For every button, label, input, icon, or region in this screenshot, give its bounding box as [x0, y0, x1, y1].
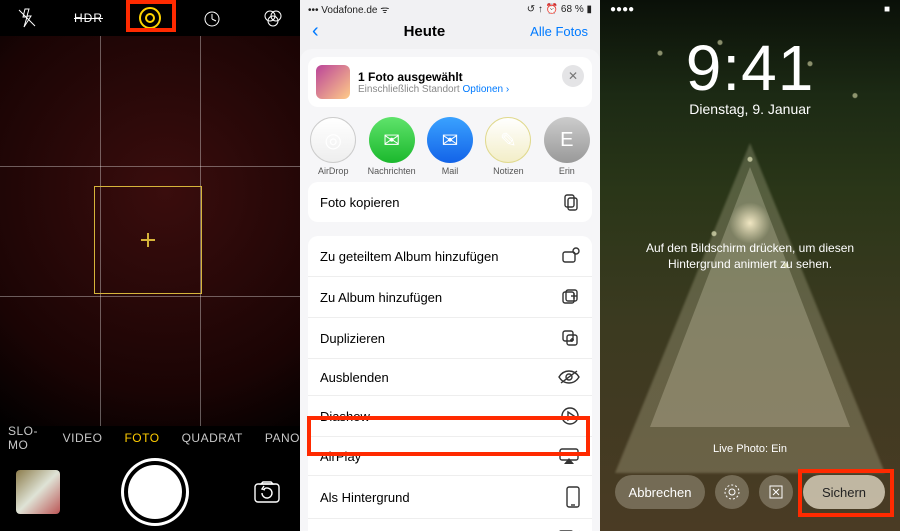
photos-nav: ‹ Heute Alle Fotos — [300, 18, 600, 49]
mode-square[interactable]: QUADRAT — [182, 431, 243, 445]
app-label: Mail — [425, 166, 475, 176]
share-sheet: 1 Foto ausgewählt Einschließlich Standor… — [300, 49, 600, 531]
action-label: Zu Album hinzufügen — [320, 290, 442, 305]
app-label: AirDrop — [308, 166, 358, 176]
flip-camera-icon[interactable] — [250, 475, 284, 509]
copy-icon — [560, 192, 580, 212]
mode-video[interactable]: VIDEO — [63, 431, 103, 445]
nachrichten-icon: ✉ — [369, 117, 415, 163]
phone-icon — [566, 486, 580, 508]
nav-title: Heute — [404, 23, 446, 40]
last-photo-thumb[interactable] — [16, 470, 60, 514]
viewfinder[interactable] — [0, 36, 300, 426]
all-photos-link[interactable]: Alle Fotos — [530, 24, 588, 39]
app-label: Nachrichten — [366, 166, 416, 176]
mail-icon: ✉ — [427, 117, 473, 163]
erin-icon: E — [544, 117, 590, 163]
action-phone[interactable]: Als Hintergrund — [308, 476, 592, 519]
action-shared-album[interactable]: Zu geteiltem Album hinzufügen — [308, 236, 592, 277]
live-photo-label: Live Photo: Ein — [600, 443, 900, 455]
duplicate-icon — [560, 328, 580, 348]
action-hide[interactable]: Ausblenden — [308, 359, 592, 396]
camera-screen: HDR SLO-MO VIDEO FOTO QUADRAT PANO — [0, 0, 300, 531]
camera-bottom-bar — [0, 453, 300, 531]
shutter-button[interactable] — [124, 461, 186, 523]
timer-icon[interactable] — [199, 5, 225, 31]
status-bar: ••• Vodafone.de ᯤ ↺ ↑ ⏰ 68 % ▮ — [300, 0, 600, 18]
hdr-off-icon[interactable]: HDR — [76, 5, 102, 31]
cancel-button[interactable]: Abbrechen — [615, 475, 705, 509]
preview-hint: Auf den Bildschirm drücken, um diesen Hi… — [600, 240, 900, 272]
camera-modes[interactable]: SLO-MO VIDEO FOTO QUADRAT PANO — [0, 426, 300, 450]
airdrop-icon: ◎ — [310, 117, 356, 163]
mode-foto[interactable]: FOTO — [124, 431, 159, 445]
shared-album-icon — [560, 246, 580, 266]
action-label: Zu geteiltem Album hinzufügen — [320, 249, 499, 264]
live-photo-toggle-icon[interactable] — [715, 475, 749, 509]
share-apps-row[interactable]: ◎ AirDrop ✉ Nachrichten ✉ Mail ✎ Notizen E Erin — [308, 117, 592, 176]
action-copy[interactable]: Foto kopieren — [308, 182, 592, 222]
back-button[interactable]: ‹ — [312, 20, 319, 43]
action-label: Ausblenden — [320, 370, 389, 385]
notizen-icon: ✎ — [485, 117, 531, 163]
share-app-mail[interactable]: ✉ Mail — [425, 117, 475, 176]
app-label: Notizen — [483, 166, 533, 176]
share-app-nachrichten[interactable]: ✉ Nachrichten — [366, 117, 416, 176]
actions-group-1: Foto kopieren — [308, 182, 592, 222]
filters-icon[interactable] — [260, 5, 286, 31]
selection-subtitle: Einschließlich Standort — [358, 84, 460, 95]
action-duplicate[interactable]: Duplizieren — [308, 318, 592, 359]
actions-group-2: Zu geteiltem Album hinzufügen Zu Album hi… — [308, 236, 592, 531]
hide-icon — [558, 369, 580, 385]
action-label: Als Hintergrund — [320, 490, 410, 505]
flash-off-icon[interactable] — [14, 5, 40, 31]
highlight-live-photo — [126, 0, 176, 32]
selection-options-link[interactable]: Optionen › — [463, 84, 510, 95]
mode-slomo[interactable]: SLO-MO — [8, 424, 41, 452]
app-label: Erin — [542, 166, 592, 176]
close-icon[interactable]: ✕ — [562, 65, 584, 87]
share-app-erin[interactable]: E Erin — [542, 117, 592, 176]
action-video[interactable]: Als Video sichern — [308, 519, 592, 531]
highlight-als-hintergrund — [307, 416, 590, 456]
action-album[interactable]: Zu Album hinzufügen — [308, 277, 592, 318]
share-app-airdrop[interactable]: ◎ AirDrop — [308, 117, 358, 176]
perspective-zoom-icon[interactable] — [759, 475, 793, 509]
mode-pano[interactable]: PANO — [265, 431, 300, 445]
selection-thumb — [316, 65, 350, 99]
action-label: Foto kopieren — [320, 195, 400, 210]
share-app-notizen[interactable]: ✎ Notizen — [483, 117, 533, 176]
focus-crosshair-icon — [141, 233, 155, 247]
wallpaper-preview-screen: ●●●●■ 9:41 Dienstag, 9. Januar Auf den B… — [600, 0, 900, 531]
selection-title: 1 Foto ausgewählt — [358, 70, 509, 84]
action-label: Duplizieren — [320, 331, 385, 346]
selection-header: 1 Foto ausgewählt Einschließlich Standor… — [308, 57, 592, 107]
highlight-save-button — [798, 469, 894, 517]
album-icon — [560, 287, 580, 307]
